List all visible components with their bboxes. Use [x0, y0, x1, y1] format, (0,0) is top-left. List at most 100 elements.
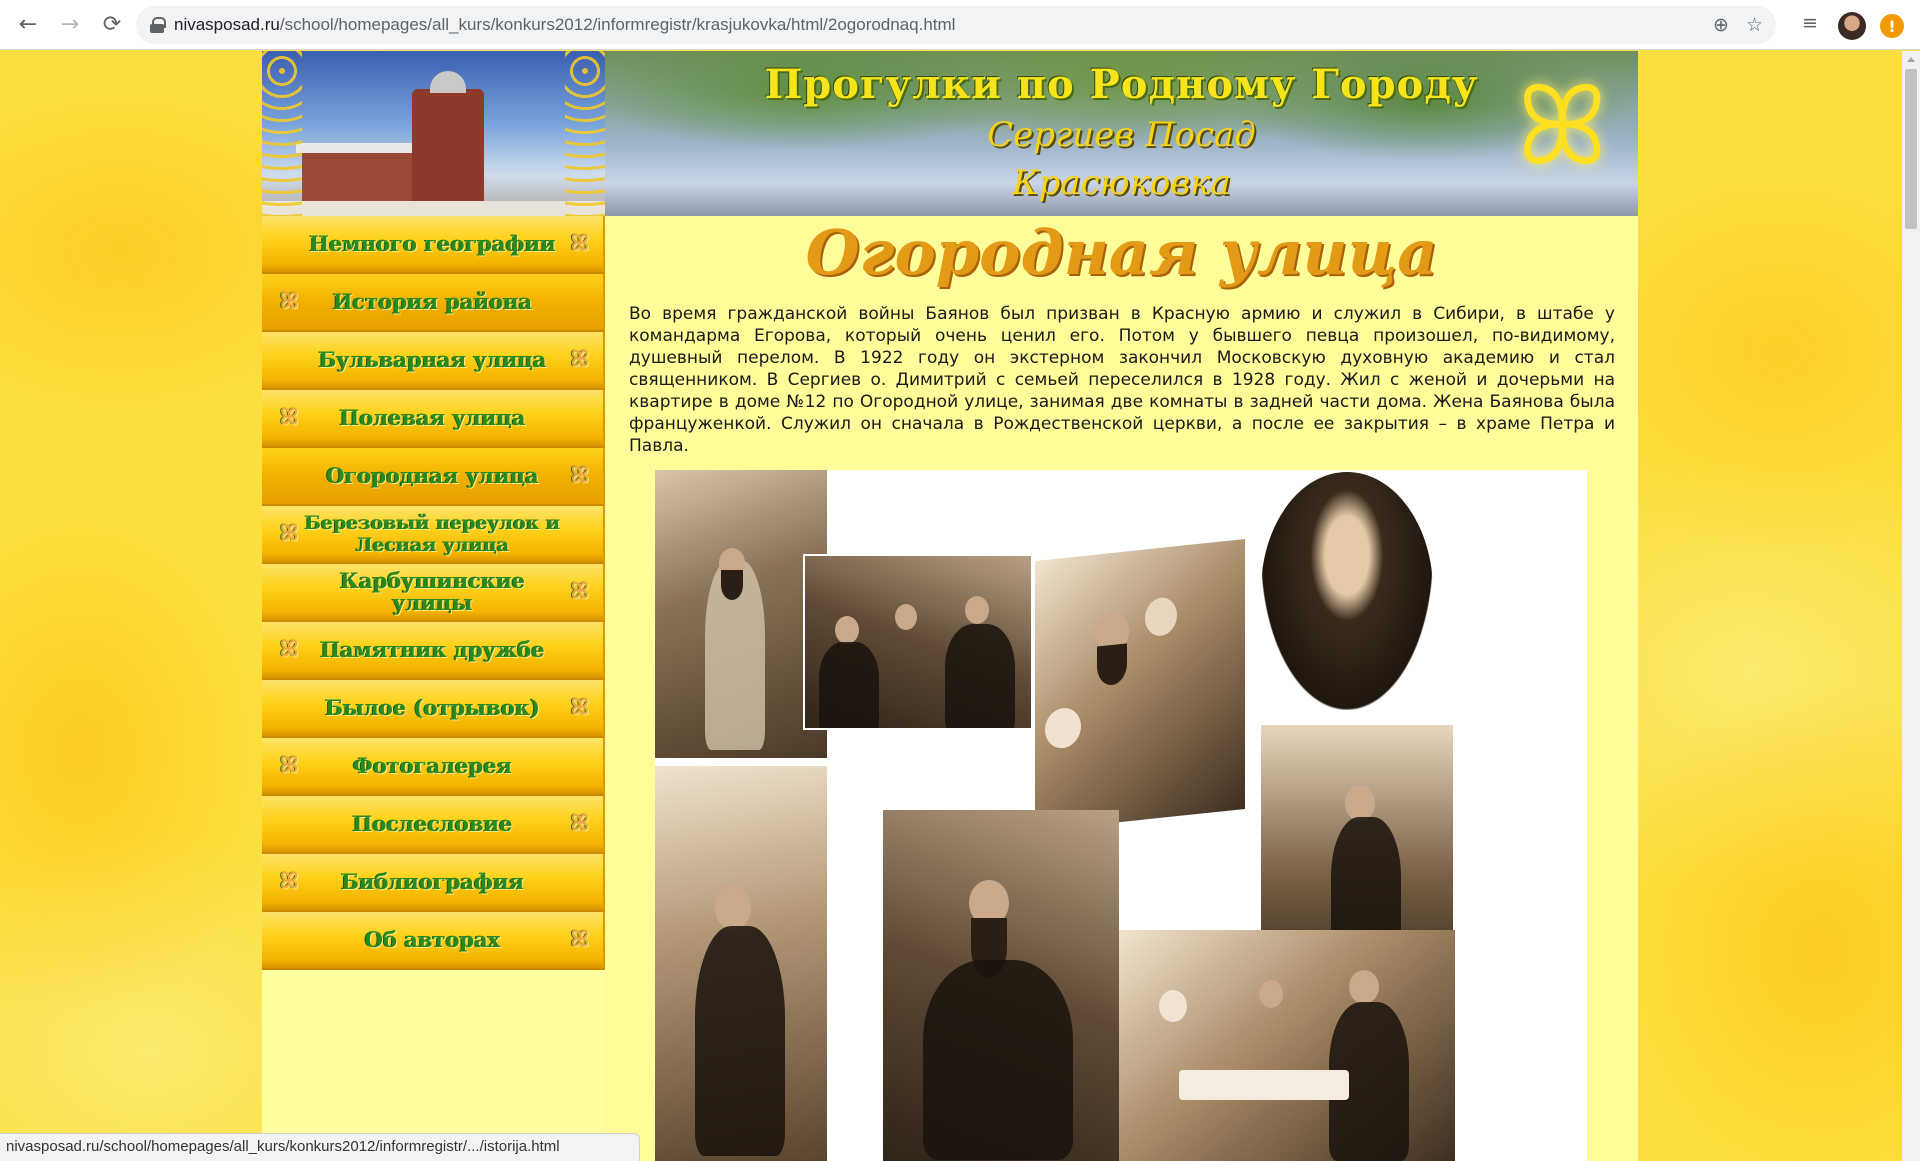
figure-shape — [945, 624, 1015, 728]
head-shape — [1145, 596, 1177, 638]
status-url: nivasposad.ru/school/homepages/all_kurs/… — [6, 1138, 560, 1155]
butterfly-icon: ꕤ — [570, 463, 589, 488]
site-container: ꕤ Немного географии ꕤ История района ꕤ Бульва… — [262, 51, 1638, 1161]
butterfly-icon: ꕤ — [280, 405, 299, 430]
menu-item[interactable]: ꕤ Березовый переулок и Лесная улица — [262, 506, 605, 564]
photo-oval-portrait — [1261, 472, 1433, 710]
url-text[interactable]: nivasposad.ru/school/homepages/all_kurs/… — [174, 15, 955, 35]
menu-item[interactable]: ꕤ Послесловие — [262, 796, 605, 854]
head-shape — [1159, 990, 1187, 1022]
menu-item-label: Фотогалерея — [352, 753, 513, 778]
butterfly-icon: ꕤ — [570, 347, 589, 372]
menu-item[interactable]: ꕤ Карбушинские улицы — [262, 564, 605, 622]
main-menu: ꕤ Немного географии ꕤ История района ꕤ Бульва… — [262, 216, 605, 970]
browser-toolbar: ← → ⟳ nivasposad.ru/school/homepages/all… — [0, 0, 1920, 50]
church-wing-shape — [302, 151, 412, 207]
menu-item[interactable]: ꕤ Огородная улица — [262, 448, 605, 506]
zoom-icon[interactable]: ⊕ — [1713, 14, 1729, 36]
banner-subtitle-district: Красюковка — [1012, 163, 1231, 203]
media-control-icon[interactable]: ≡ — [1802, 12, 1818, 34]
menu-item-label: Бульварная улица — [318, 347, 547, 372]
photo-family-indoors — [803, 554, 1033, 730]
photo-priest-with-cross — [883, 810, 1119, 1161]
menu-item[interactable]: ꕤ История района — [262, 274, 605, 332]
table-shape — [1179, 1070, 1349, 1100]
butterfly-icon: ꕤ — [280, 753, 299, 778]
church-dome-shape — [430, 71, 466, 93]
photo-tea-party — [1119, 930, 1455, 1161]
head-shape — [835, 616, 859, 644]
page-title: Огородная улица — [805, 216, 1438, 289]
back-button[interactable]: ← — [8, 5, 48, 45]
profile-avatar[interactable] — [1838, 12, 1866, 40]
butterfly-icon: ꕤ — [280, 521, 299, 546]
url-path: /school/homepages/all_kurs/konkurs2012/i… — [279, 15, 956, 34]
beard-shape — [1097, 643, 1127, 687]
scroll-up-arrow-icon[interactable] — [1907, 57, 1915, 62]
vertical-scrollbar[interactable] — [1902, 51, 1920, 1161]
menu-item-label: Полевая улица — [339, 405, 526, 430]
snow-ground-shape — [262, 201, 605, 216]
menu-item[interactable]: ꕤ Библиография — [262, 854, 605, 912]
menu-item[interactable]: ꕤ Былое (отрывок) — [262, 680, 605, 738]
update-alert-icon[interactable]: ! — [1880, 14, 1904, 38]
butterfly-icon: ꕤ — [280, 289, 299, 314]
butterfly-icon: ꕤ — [280, 869, 299, 894]
menu-item-label: Огородная улица — [326, 463, 539, 488]
scrollbar-thumb[interactable] — [1905, 69, 1917, 229]
menu-item-label: Памятник дружбе — [320, 637, 545, 662]
link-status-bar: nivasposad.ru/school/homepages/all_kurs/… — [0, 1133, 640, 1161]
banner-subtitle-city: Сергиев Посад — [987, 115, 1256, 155]
head-shape — [965, 596, 989, 624]
menu-item[interactable]: ꕤ Полевая улица — [262, 390, 605, 448]
butterfly-icon: ꕤ — [570, 231, 589, 256]
butterfly-icon: ꕤ — [280, 637, 299, 662]
figure-shape — [695, 926, 785, 1156]
menu-item[interactable]: ꕤ Памятник дружбе — [262, 622, 605, 680]
photo-young-man-seated — [655, 766, 827, 1161]
main-content: Прогулки по Родному Городу Сергиев Посад… — [605, 51, 1638, 1161]
church-roof-shape — [296, 143, 418, 153]
url-domain: nivasposad.ru — [174, 15, 280, 34]
beard-shape — [721, 570, 743, 600]
butterfly-icon: ꕤ — [570, 695, 589, 720]
ornament-left — [262, 51, 302, 216]
banner-title: Прогулки по Родному Городу — [764, 61, 1479, 108]
church-banner-image — [262, 51, 605, 216]
article-paragraph: Во время гражданской войны Баянов был пр… — [629, 304, 1615, 456]
butterfly-icon: ꕤ — [570, 579, 589, 604]
butterfly-icon: ꕤ — [1516, 62, 1608, 190]
photo-priest-garden — [655, 470, 827, 758]
head-shape — [1259, 980, 1283, 1008]
menu-item-label: Карбушинские улицы — [339, 568, 526, 615]
head-shape — [895, 604, 917, 630]
menu-item[interactable]: ꕤ Об авторах — [262, 912, 605, 970]
menu-item-label: История района — [332, 289, 533, 314]
menu-item[interactable]: ꕤ Немного географии — [262, 216, 605, 274]
butterfly-icon: ꕤ — [570, 927, 589, 952]
church-tower-shape — [412, 89, 484, 207]
butterfly-icon: ꕤ — [570, 811, 589, 836]
page-viewport: ꕤ Немного географии ꕤ История района ꕤ Бульва… — [0, 51, 1902, 1161]
header-banner: Прогулки по Родному Городу Сергиев Посад… — [605, 51, 1638, 216]
photo-priest-with-family — [1035, 538, 1245, 832]
menu-item-label: Немного географии — [309, 231, 556, 256]
menu-item[interactable]: ꕤ Бульварная улица — [262, 332, 605, 390]
menu-item-label: Библиография — [340, 869, 525, 894]
address-bar[interactable]: nivasposad.ru/school/homepages/all_kurs/… — [136, 6, 1776, 44]
menu-item-label: Березовый переулок и Лесная улица — [304, 512, 561, 556]
head-shape — [1045, 706, 1081, 750]
head-shape — [1349, 970, 1379, 1004]
photo-collage — [655, 470, 1587, 1161]
forward-button[interactable]: → — [50, 5, 90, 45]
ornament-right — [565, 51, 605, 216]
head-shape — [1345, 785, 1375, 821]
reload-button[interactable]: ⟳ — [92, 5, 132, 45]
sidebar: ꕤ Немного географии ꕤ История района ꕤ Бульва… — [262, 51, 605, 1161]
figure-shape — [819, 642, 879, 728]
menu-item[interactable]: ꕤ Фотогалерея — [262, 738, 605, 796]
bookmark-star-icon[interactable]: ☆ — [1746, 14, 1763, 36]
menu-item-label: Послесловие — [352, 811, 513, 836]
lock-icon[interactable] — [150, 17, 166, 33]
figure-shape — [923, 960, 1073, 1160]
